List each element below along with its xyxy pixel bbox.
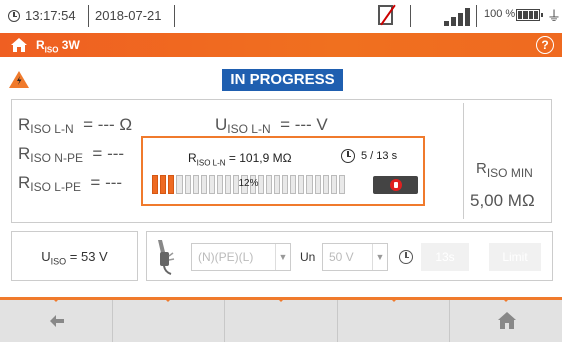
divider	[174, 5, 175, 27]
nav-slot-3[interactable]	[225, 297, 338, 342]
wiring-select[interactable]: (N)(PE)(L) ▼	[191, 243, 291, 271]
home-icon	[498, 312, 517, 329]
nav-slot-4[interactable]	[338, 297, 451, 342]
page-title: RISO 3W	[36, 38, 80, 55]
r-iso-ln-readout: RISO L-N = --- Ω	[18, 115, 133, 136]
wiring-select-value: (N)(PE)(L)	[198, 250, 254, 264]
date-text: 2018-07-21	[95, 8, 162, 23]
time-text: 13:17:54	[25, 8, 76, 23]
warning-icon	[9, 71, 29, 88]
clock-icon	[399, 250, 413, 264]
r-iso-lpe-readout: RISO L-PE = ---	[18, 173, 123, 194]
un-select[interactable]: 50 V ▼	[322, 243, 388, 271]
battery-icon	[516, 9, 543, 21]
status-bar: 13:17:54 2018-07-21 100 % ⏚	[0, 0, 562, 33]
clock-icon	[8, 9, 20, 22]
current-resistance: RISO L-N = 101,9 MΩ	[188, 151, 292, 168]
divider	[88, 5, 89, 27]
help-icon[interactable]: ?	[536, 36, 554, 54]
clock-icon	[341, 149, 355, 163]
no-sim-icon	[378, 5, 393, 25]
back-button[interactable]	[0, 297, 113, 342]
settings-panel: (N)(PE)(L) ▼ Un 50 V ▼ 13s Limit	[146, 231, 553, 281]
stop-hand-icon	[390, 179, 402, 191]
progress-dialog: RISO L-N = 101,9 MΩ 5 / 13 s 12%	[141, 136, 425, 206]
battery-percent: 100 %	[484, 8, 516, 20]
bottom-nav	[0, 297, 562, 342]
clock-display: 13:17:54	[8, 8, 76, 23]
r-iso-min-label: RISO MIN	[476, 160, 533, 180]
nav-slot-2[interactable]	[113, 297, 226, 342]
time-button[interactable]: 13s	[421, 243, 469, 271]
plug-icon: ⏚	[547, 8, 561, 24]
probe-icon	[158, 240, 175, 275]
arrow-left-icon	[50, 315, 64, 327]
un-label: Un	[300, 250, 316, 264]
limit-button[interactable]: Limit	[489, 243, 541, 271]
home-icon[interactable]	[10, 36, 28, 54]
stop-button[interactable]	[373, 176, 418, 194]
status-badge: IN PROGRESS	[222, 69, 343, 91]
divider	[410, 5, 411, 27]
header-bar: RISO 3W ?	[0, 33, 562, 57]
chevron-down-icon: ▼	[275, 244, 290, 270]
r-iso-npe-readout: RISO N-PE = ---	[18, 144, 125, 165]
chevron-down-icon: ▼	[372, 244, 387, 270]
elapsed-time: 5 / 13 s	[361, 150, 398, 162]
divider	[476, 5, 477, 27]
un-select-value: 50 V	[329, 250, 354, 264]
u-iso-ln-readout: UISO L-N = --- V	[215, 115, 328, 136]
r-iso-min-value: 5,00 MΩ	[470, 191, 535, 210]
divider	[463, 103, 464, 219]
progress-percent: 12%	[238, 178, 259, 189]
home-button[interactable]	[450, 297, 562, 342]
u-iso-readout: UISO = 53 V	[11, 231, 138, 281]
